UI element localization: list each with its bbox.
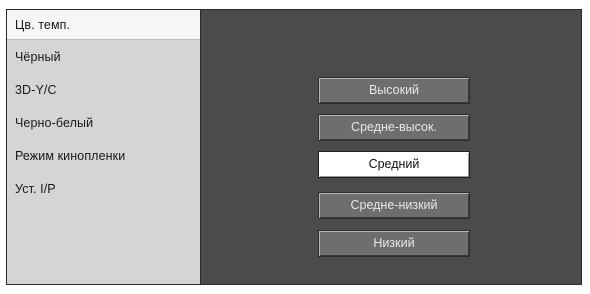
menu-item-black-and-white[interactable]: Черно-белый: [7, 108, 200, 138]
option-label: Низкий: [373, 236, 415, 250]
menu-item-color-temperature[interactable]: Цв. темп.: [7, 10, 200, 40]
option-medium-button[interactable]: Средний: [318, 151, 470, 178]
settings-menu-list: Цв. темп. Чёрный 3D-Y/C Черно-белый Режи…: [7, 10, 201, 284]
osd-menu-panel: Цв. темп. Чёрный 3D-Y/C Черно-белый Режи…: [6, 9, 582, 285]
option-medium-low-button[interactable]: Средне-низкий: [318, 192, 470, 219]
menu-item-3d-yc[interactable]: 3D-Y/C: [7, 75, 200, 105]
menu-item-film-mode[interactable]: Режим кинопленки: [7, 141, 200, 171]
menu-item-label: Уст. I/P: [15, 182, 56, 196]
option-label: Высокий: [368, 83, 420, 97]
menu-item-label: Чёрный: [15, 50, 61, 64]
menu-item-label: Режим кинопленки: [15, 149, 126, 163]
menu-item-label: 3D-Y/C: [15, 83, 57, 97]
menu-item-label: Черно-белый: [15, 116, 94, 130]
option-label: Средне-высок.: [351, 120, 437, 134]
option-label: Средний: [368, 157, 420, 171]
option-medium-high-button[interactable]: Средне-высок.: [318, 114, 470, 141]
option-area: Высокий Средне-высок. Средний Средне-низ…: [201, 10, 581, 284]
menu-item-ip-setting[interactable]: Уст. I/P: [7, 174, 200, 204]
option-low-button[interactable]: Низкий: [318, 230, 470, 257]
menu-item-label: Цв. темп.: [15, 18, 71, 32]
option-high-button[interactable]: Высокий: [318, 77, 470, 104]
option-label: Средне-низкий: [350, 198, 438, 212]
menu-item-black[interactable]: Чёрный: [7, 42, 200, 72]
